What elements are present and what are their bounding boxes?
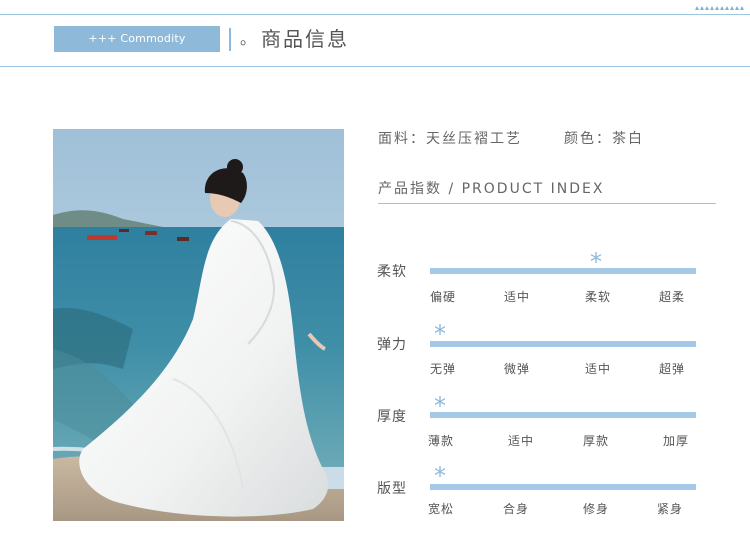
thickness-option: 薄款 xyxy=(428,434,455,448)
softness-option: 适中 xyxy=(504,290,531,304)
elasticity-option: 适中 xyxy=(585,362,612,376)
softness-option: 偏硬 xyxy=(430,290,457,304)
softness-option: 超柔 xyxy=(659,290,686,304)
thickness-marker-icon: * xyxy=(434,392,446,420)
elasticity-bar xyxy=(430,341,696,347)
fit-marker-icon: * xyxy=(434,462,446,490)
title-dot: 。 xyxy=(240,29,257,48)
softness-bar xyxy=(430,268,696,274)
elasticity-label: 弹力 xyxy=(377,337,407,353)
color-spec: 颜色：茶白 xyxy=(564,131,644,147)
product-photo xyxy=(53,129,344,521)
title-divider xyxy=(229,28,231,51)
softness-option: 柔软 xyxy=(585,290,612,304)
page-title: 商品信息 xyxy=(261,27,349,51)
elasticity-option: 微弹 xyxy=(504,362,531,376)
fit-bar xyxy=(430,484,696,490)
elasticity-marker-icon: * xyxy=(434,320,446,348)
thickness-bar xyxy=(430,412,696,418)
fit-option: 紧身 xyxy=(657,502,684,516)
softness-marker-icon: * xyxy=(590,248,602,276)
fit-option: 修身 xyxy=(583,502,610,516)
thickness-label: 厚度 xyxy=(377,409,407,425)
thickness-option: 适中 xyxy=(508,434,535,448)
top-rule xyxy=(0,14,750,15)
commodity-info-badge: +++ Commodity Information xyxy=(54,26,220,71)
thickness-option: 加厚 xyxy=(663,434,690,448)
product-index-title: 产品指数 / PRODUCT INDEX xyxy=(378,181,605,197)
fabric-spec: 面料：天丝压褶工艺 xyxy=(378,131,522,147)
elasticity-option: 无弹 xyxy=(430,362,457,376)
triangle-decoration xyxy=(695,6,744,10)
fit-option: 合身 xyxy=(503,502,530,516)
softness-label: 柔软 xyxy=(377,264,407,280)
elasticity-option: 超弹 xyxy=(659,362,686,376)
thickness-option: 厚款 xyxy=(583,434,610,448)
product-index-rule xyxy=(378,203,716,204)
fit-label: 版型 xyxy=(377,481,407,497)
fit-option: 宽松 xyxy=(428,502,455,516)
header-rule xyxy=(0,66,750,67)
